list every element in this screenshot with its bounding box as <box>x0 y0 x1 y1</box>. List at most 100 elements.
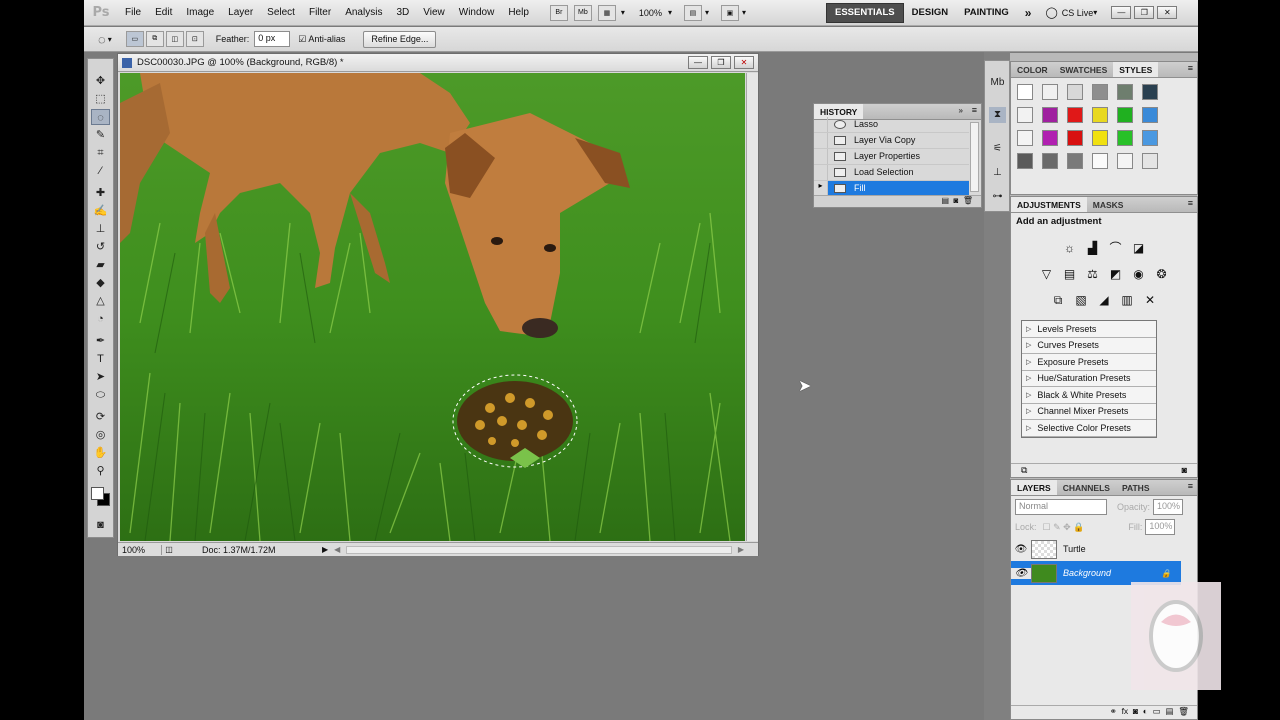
panel-menu-icon[interactable]: ≡ <box>1188 198 1193 208</box>
style-swatch[interactable] <box>1117 153 1133 169</box>
mask-icon[interactable]: ◙ <box>1133 706 1138 716</box>
brightness-contrast-icon[interactable]: ☼ <box>1061 240 1079 256</box>
workspace-design[interactable]: DESIGN <box>904 3 956 23</box>
tab-color[interactable]: COLOR <box>1011 62 1054 77</box>
lock-icons[interactable]: ☐ ✎ ✥ 🔒 <box>1043 522 1085 533</box>
blend-mode-select[interactable]: Normal <box>1015 499 1107 515</box>
style-swatch[interactable] <box>1117 84 1133 100</box>
minimize-button[interactable]: — <box>1111 6 1132 19</box>
history-snapshot-check[interactable] <box>814 165 828 180</box>
chevron-down-icon[interactable]: ▾ <box>621 8 625 17</box>
chevron-down-icon[interactable]: ▾ <box>742 8 746 17</box>
3d-orbit-icon[interactable]: ◎ <box>91 427 110 443</box>
clone-stamp-icon[interactable]: ⊥ <box>91 221 110 237</box>
selective-color-icon[interactable]: ✕ <box>1141 292 1159 308</box>
horizontal-scrollbar[interactable] <box>346 545 732 554</box>
photo-filter-icon[interactable]: ◉ <box>1130 266 1148 282</box>
crop-tool-icon[interactable]: ⌗ <box>91 145 110 161</box>
close-button[interactable]: ✕ <box>1157 6 1178 19</box>
style-swatch[interactable] <box>1067 153 1083 169</box>
link-icon[interactable]: ⚭ <box>1110 706 1117 716</box>
style-swatch[interactable] <box>1042 107 1058 123</box>
quick-mask-icon[interactable]: ◙ <box>91 517 110 533</box>
eraser-tool-icon[interactable]: ▰ <box>91 257 110 273</box>
style-swatch[interactable] <box>1142 107 1158 123</box>
style-swatch[interactable] <box>1017 130 1033 146</box>
snapshot-icon[interactable]: ◙ <box>954 196 959 205</box>
posterize-icon[interactable]: ▧ <box>1072 292 1090 308</box>
bridge-icon[interactable]: Br <box>549 4 568 21</box>
history-item[interactable]: Layer Properties <box>814 149 969 165</box>
document-zoom[interactable]: 100% <box>118 544 162 555</box>
style-swatch[interactable] <box>1092 84 1108 100</box>
subtract-selection-icon[interactable]: ◫ <box>165 31 184 47</box>
paint-bucket-icon[interactable]: ◆ <box>91 275 110 291</box>
brush-tool-icon[interactable]: ✍ <box>91 203 110 219</box>
style-swatch[interactable] <box>1042 84 1058 100</box>
hand-tool-icon[interactable]: ✋ <box>91 445 110 461</box>
intersect-selection-icon[interactable]: ⊡ <box>185 31 204 47</box>
preset-channel-mixer[interactable]: Channel Mixer Presets <box>1022 404 1156 420</box>
tab-layers[interactable]: LAYERS <box>1011 480 1057 495</box>
history-scrollbar[interactable] <box>970 122 979 192</box>
restore-button[interactable]: ❐ <box>1134 6 1155 19</box>
mini-bridge-icon[interactable]: Mb <box>573 4 592 21</box>
history-brush-source-icon[interactable]: ▸ <box>814 181 828 196</box>
preset-selective-color[interactable]: Selective Color Presets <box>1022 420 1156 437</box>
color-balance-icon[interactable]: ⚖ <box>1084 266 1102 282</box>
chevron-down-icon[interactable]: ▾ <box>1093 8 1097 17</box>
tab-adjustments[interactable]: ADJUSTMENTS <box>1011 197 1087 212</box>
fx-icon[interactable]: fx <box>1122 706 1129 716</box>
menu-window[interactable]: Window <box>452 7 502 18</box>
style-swatch[interactable] <box>1042 153 1058 169</box>
arrange-documents-icon[interactable]: ▤ <box>683 4 702 21</box>
group-icon[interactable]: ▭ <box>1153 706 1161 716</box>
menu-analysis[interactable]: Analysis <box>338 7 389 18</box>
style-swatch[interactable] <box>1117 107 1133 123</box>
style-swatch[interactable] <box>1017 84 1033 100</box>
status-menu-arrow-icon[interactable]: ▶ <box>322 545 328 554</box>
channel-mixer-icon[interactable]: ❂ <box>1153 266 1171 282</box>
panel-menu-icon[interactable]: ≡ <box>972 105 977 115</box>
fill-input[interactable]: 100% <box>1145 519 1176 535</box>
preset-exposure[interactable]: Exposure Presets <box>1022 354 1156 371</box>
tab-paths[interactable]: PATHS <box>1116 480 1156 495</box>
healing-brush-icon[interactable]: ✚ <box>91 185 110 201</box>
gradient-map-icon[interactable]: ▥ <box>1118 292 1136 308</box>
zoom-tool-icon[interactable]: ⚲ <box>91 463 110 479</box>
eye-icon[interactable]: 👁 <box>1011 567 1031 579</box>
type-tool-icon[interactable]: T <box>91 351 110 367</box>
menu-file[interactable]: File <box>118 7 148 18</box>
curves-icon[interactable]: ⌒ <box>1107 240 1125 256</box>
levels-icon[interactable]: ▟ <box>1084 240 1102 256</box>
style-swatch[interactable] <box>1117 130 1133 146</box>
layer-row[interactable]: 👁 Turtle <box>1011 537 1181 561</box>
extras-icon[interactable]: ▦ <box>597 4 616 21</box>
doc-restore-button[interactable]: ❐ <box>711 56 731 69</box>
history-item[interactable]: Layer Via Copy <box>814 133 969 149</box>
style-swatch[interactable] <box>1092 107 1108 123</box>
path-select-icon[interactable]: ➤ <box>91 369 110 385</box>
cs-live-icon[interactable]: ◯ <box>1045 6 1057 19</box>
dodge-tool-icon[interactable]: ◔ <box>91 311 110 327</box>
black-white-icon[interactable]: ◩ <box>1107 266 1125 282</box>
history-brush-icon[interactable]: ↺ <box>91 239 110 255</box>
preset-hue-saturation[interactable]: Hue/Saturation Presets <box>1022 371 1156 387</box>
vertical-scrollbar[interactable] <box>746 73 758 541</box>
antialias-checkbox[interactable]: ☑ Anti-alias <box>298 34 345 45</box>
add-selection-icon[interactable]: ⧉ <box>145 31 164 47</box>
menu-filter[interactable]: Filter <box>302 7 338 18</box>
history-snapshot-check[interactable] <box>814 149 828 164</box>
eye-icon[interactable]: 👁 <box>1011 544 1031 555</box>
panel-menu-icon[interactable]: ≡ <box>1188 63 1193 73</box>
history-snapshot-check[interactable] <box>814 117 828 132</box>
ellipse-tool-icon[interactable]: ⬭ <box>91 387 110 403</box>
invert-icon[interactable]: ⧉ <box>1049 292 1067 308</box>
3d-rotate-icon[interactable]: ⟳ <box>91 409 110 425</box>
collapse-icon[interactable]: » <box>959 106 963 115</box>
history-snapshot-check[interactable] <box>814 133 828 148</box>
style-swatch[interactable] <box>1017 107 1033 123</box>
doc-close-button[interactable]: ✕ <box>734 56 754 69</box>
move-tool-icon[interactable]: ✥ <box>91 73 110 89</box>
trash-icon[interactable]: 🗑 <box>963 196 973 205</box>
